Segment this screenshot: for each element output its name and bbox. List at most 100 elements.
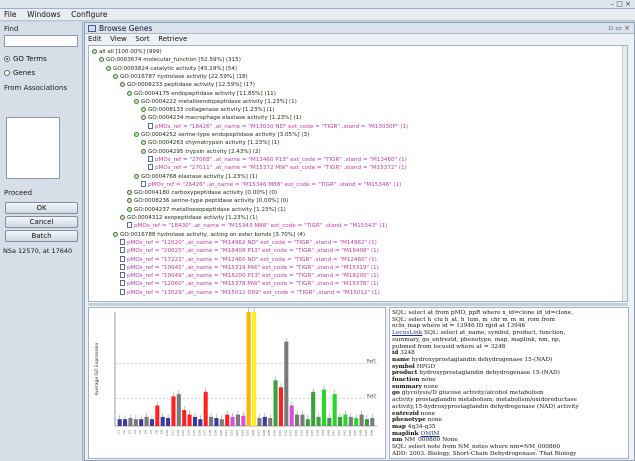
go-node-icon <box>141 115 146 121</box>
cancel-button[interactable]: Cancel <box>5 216 78 228</box>
browse-window-title: Browse Genes <box>99 24 153 33</box>
tree-node-row[interactable]: GO:0004768 elastase activity [1.23%] (1) <box>134 173 258 181</box>
x-tick-label: C27 <box>256 430 260 436</box>
menu-edit[interactable]: Edit <box>85 34 105 44</box>
go-node-icon <box>127 90 132 96</box>
batch-button[interactable]: Batch <box>5 230 78 242</box>
x-tick-label: C12 <box>176 430 180 436</box>
go-node-icon <box>141 140 146 146</box>
bar <box>295 414 300 426</box>
tree-node-row[interactable]: GO:0004312 exopeptidase activity [1.23%]… <box>120 214 258 222</box>
tree-gene-row[interactable]: pMOs_ref = "18430" ,at_name = "M15343 M8… <box>127 222 387 230</box>
tree-gene-row[interactable]: pMOs_ref = "27068" ,at_name = "M13460 P1… <box>148 155 407 164</box>
tree-gene-row[interactable]: pMOs_ref = "13029" ,at_name = "M15012 D0… <box>120 288 380 297</box>
gene-details-pane[interactable]: SQL: select at from pMO, ppR where x_id=… <box>389 307 629 459</box>
tree-gene-row[interactable]: pMOs_ref = "18426" ,at_name = "M13030 ND… <box>148 122 408 131</box>
bar <box>284 341 289 426</box>
bar <box>230 416 235 426</box>
browse-window-controls[interactable]: ▫ ▭ × <box>608 23 630 34</box>
tree-node-row[interactable]: GO:0004175 endopeptidase activity [11.85… <box>127 90 276 98</box>
menu-retrieve[interactable]: Retrieve <box>155 34 190 44</box>
detail-line: activity prostaglandin metabolism; metab… <box>392 397 577 404</box>
go-node-icon <box>127 198 132 204</box>
tree-scrollbar[interactable] <box>622 46 627 301</box>
x-tick-label: C1 <box>117 430 121 434</box>
x-tick-label: C31 <box>278 430 282 436</box>
tree-gene-row[interactable]: pMOs_ref = "12020" ,at_name = "M14962 ND… <box>120 238 377 247</box>
detail-line: product hydroxyprostaglandin dehydrogena… <box>392 370 560 377</box>
tree-node-row[interactable]: GO:0004295 trypsin activity [2.43%] (2) <box>141 148 261 156</box>
tree-gene-row[interactable]: pMOs_ref = "26426" ,at_name = "M15346 M8… <box>141 180 401 189</box>
tree-gene-row[interactable]: pMOs_ref = "27011" ,at_name = "M15372 MW… <box>148 164 407 172</box>
tree-row-label: pMOs_ref = "12060" ,at_name = "M15378 MW… <box>127 281 379 288</box>
tree-node-row[interactable]: GO:0008133 collagenase activity [1.23%] … <box>141 106 275 114</box>
radio-unselected-icon <box>4 70 10 76</box>
menu-sort[interactable]: Sort <box>132 34 152 44</box>
tree-node-row[interactable]: GO:0008236 serine-type peptidase activit… <box>127 197 288 205</box>
go-tree-pane[interactable]: all all [100.00%] (999) GO:0003674 molecu… <box>88 45 628 302</box>
detail-value: NM_000860 None <box>402 437 458 444</box>
tree-node-row[interactable]: GO:0004252 serine-type endopeptidase act… <box>134 131 309 139</box>
tree-row-label: GO:0004252 serine-type endopeptidase act… <box>141 132 310 138</box>
tree-node-row[interactable]: GO:0004263 chymotrypsin activity [1.23%]… <box>141 139 279 147</box>
menu-configure[interactable]: Configure <box>67 9 111 21</box>
tree-row-label: pMOs_ref = "10049" ,at_name = "M18200 P1… <box>127 273 379 280</box>
tree-gene-row[interactable]: pMOs_ref = "12060" ,at_name = "M15378 MW… <box>120 280 379 288</box>
bar <box>198 419 203 426</box>
detail-value: hydroxyprostaglandin dehydrogenase 15-(N… <box>417 370 560 377</box>
radio-genes[interactable]: Genes <box>4 69 35 78</box>
find-input[interactable] <box>4 35 78 47</box>
menu-file[interactable]: File <box>0 9 21 21</box>
x-tick-label: C6 <box>144 430 148 434</box>
tree-gene-row[interactable]: pMOs_ref = "10045" ,at_name = "M15319 PA… <box>120 263 379 272</box>
tree-gene-row[interactable]: pMOs_ref = "20025" ,at_name = "M18408 P1… <box>120 247 379 255</box>
menu-windows[interactable]: Windows <box>23 9 64 21</box>
bar <box>117 419 122 426</box>
detail-key: nm <box>392 437 403 444</box>
tree-node-row[interactable]: GO:0004234 macrophage elastase activity … <box>141 114 301 122</box>
browse-window-titlebar: Browse Genes ▫ ▭ × <box>85 23 634 34</box>
tree-node-row[interactable]: GO:0003824 catalytic activity [45.19%] (… <box>106 65 237 73</box>
window-controls[interactable]: – □ × <box>611 0 631 9</box>
bar <box>187 414 192 426</box>
tree-row-label: pMOs_ref = "13029" ,at_name = "M15012 D0… <box>127 289 380 296</box>
tree-node-row[interactable]: GO:0016787 hydrolase activity [22.59%] (… <box>113 73 248 81</box>
x-tick-label: C36 <box>305 430 309 436</box>
x-tick-label: C20 <box>219 430 223 436</box>
menu-view[interactable]: View <box>107 34 130 44</box>
tree-node-row[interactable]: GO:0008233 peptidase activity [12.59%] (… <box>120 81 255 89</box>
tree-row-label: GO:0004234 macrophage elastase activity … <box>148 115 302 122</box>
bar <box>300 414 305 426</box>
omim-link[interactable]: OMIM <box>420 431 439 437</box>
tree-node-row[interactable]: GO:0004222 metalloendopeptidase activity… <box>134 98 297 106</box>
x-tick-label: C10 <box>165 430 169 436</box>
window-titlebar: – □ × <box>0 0 635 9</box>
associations-list[interactable] <box>6 117 60 179</box>
document-icon <box>148 155 153 162</box>
locuslink-link[interactable]: LocusLink <box>392 330 422 336</box>
tree-node-row[interactable]: GO:0004237 metalloexopeptidase activity … <box>127 206 286 214</box>
tree-node-row[interactable]: all all [100.00%] (999) <box>92 48 162 56</box>
tree-gene-row[interactable]: pMOs_ref = "10049" ,at_name = "M18200 P1… <box>120 272 379 280</box>
tree-node-row[interactable]: GO:0004180 carboxypeptidase activity [0.… <box>127 189 277 197</box>
document-icon <box>148 122 153 129</box>
tree-node-row[interactable]: GO:0003674 molecular_function [52.59%] (… <box>99 56 241 64</box>
tree-node-row[interactable]: GO:0016788 hydrolase activity, acting on… <box>113 231 305 239</box>
tree-row-label: GO:0003674 molecular_function [52.59%] (… <box>106 57 241 64</box>
associations-label: From Associations <box>4 84 68 92</box>
bar <box>139 419 144 426</box>
x-tick-label: C37 <box>310 430 314 436</box>
detail-line: entrezid none <box>392 411 435 418</box>
document-icon <box>141 180 146 187</box>
radio-go-terms[interactable]: GO Terms <box>4 55 47 64</box>
document-icon <box>120 280 125 287</box>
pane-splitter[interactable] <box>88 303 628 306</box>
x-tick-label: C16 <box>197 430 201 436</box>
bar <box>370 418 375 426</box>
bar <box>128 418 133 426</box>
ok-button[interactable]: OK <box>5 202 78 214</box>
x-tick-label: C11 <box>170 430 174 436</box>
tree-gene-row[interactable]: pMOs_ref = "17222" ,at_name = "M12460 ND… <box>120 255 377 264</box>
x-tick-label: C2 <box>122 430 126 434</box>
detail-key: function <box>392 377 420 383</box>
